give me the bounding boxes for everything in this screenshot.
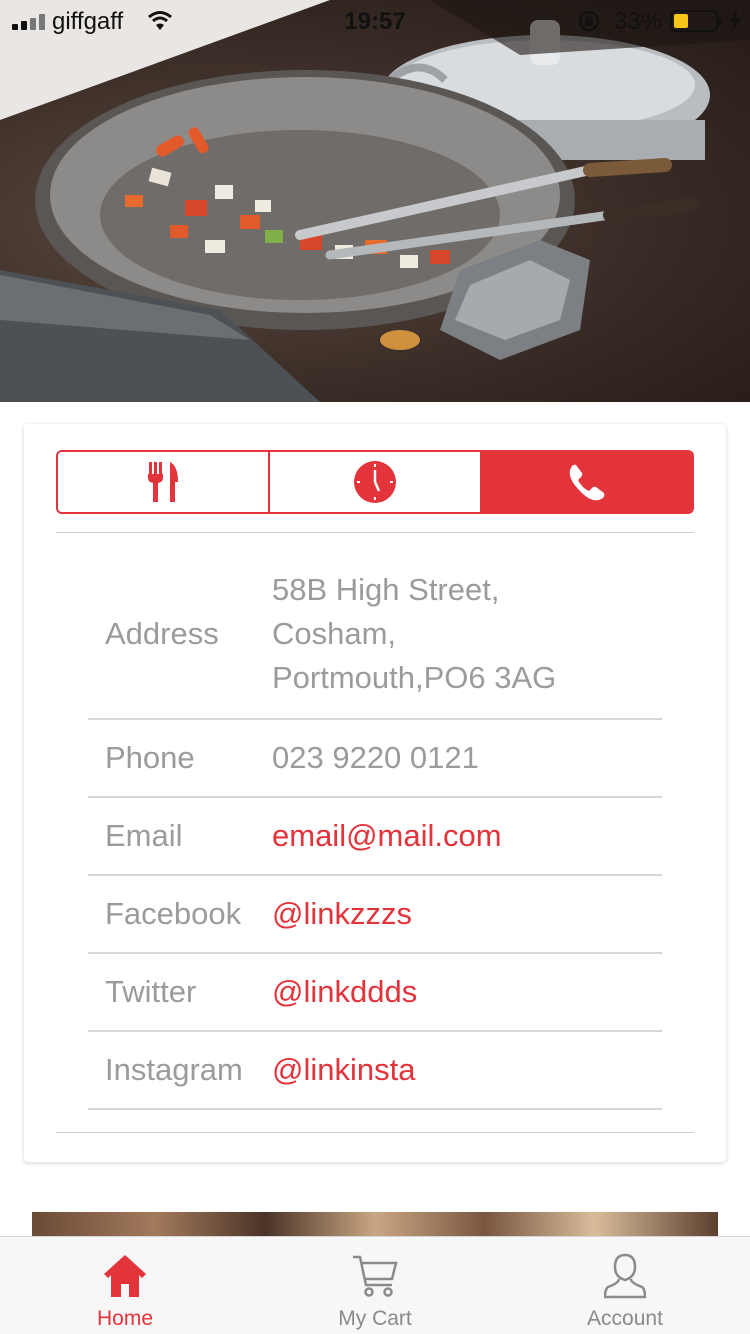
charging-bolt-icon	[729, 9, 741, 33]
address-value: 58B High Street, Cosham, Portmouth,PO6 3…	[272, 568, 662, 700]
phone-icon	[569, 464, 605, 501]
nav-my-cart[interactable]: My Cart	[250, 1237, 500, 1334]
divider	[56, 532, 694, 533]
email-label: Email	[105, 818, 183, 853]
divider	[56, 1132, 694, 1133]
instagram-link[interactable]: @linkinsta	[272, 1048, 662, 1092]
battery-percent: 33%	[614, 8, 663, 35]
battery-icon	[670, 10, 722, 32]
home-icon	[104, 1255, 146, 1297]
cart-icon	[353, 1255, 398, 1297]
rotation-lock-icon	[578, 10, 600, 32]
clock-icon	[354, 461, 396, 503]
hero-image	[0, 0, 750, 402]
twitter-label: Twitter	[105, 974, 197, 1009]
facebook-label: Facebook	[105, 896, 242, 931]
nav-home[interactable]: Home	[0, 1237, 250, 1334]
email-row: Email email@mail.com	[88, 798, 662, 876]
nav-my-cart-label: My Cart	[338, 1307, 412, 1330]
account-icon	[604, 1253, 646, 1299]
phone-row: Phone 023 9220 0121	[88, 720, 662, 798]
wok-cooking-photo	[0, 0, 750, 402]
contact-details-list: Address 58B High Street, Cosham, Portmou…	[88, 550, 662, 1110]
bottom-navigation: Home My Cart Account	[0, 1236, 750, 1334]
fork-knife-icon	[148, 462, 178, 502]
nav-home-label: Home	[96, 1307, 154, 1330]
address-line: Cosham,	[272, 616, 397, 651]
info-tabs	[56, 450, 694, 514]
twitter-row: Twitter @linkddds	[88, 954, 662, 1032]
tab-menu[interactable]	[58, 452, 268, 512]
address-label: Address	[105, 616, 219, 651]
address-line: 58B High Street,	[272, 572, 500, 607]
restaurant-info-card: Address 58B High Street, Cosham, Portmou…	[24, 424, 726, 1162]
twitter-link[interactable]: @linkddds	[272, 970, 662, 1014]
address-line: Portmouth,PO6 3AG	[272, 660, 557, 695]
phone-value[interactable]: 023 9220 0121	[272, 736, 662, 780]
address-row: Address 58B High Street, Cosham, Portmou…	[88, 550, 662, 720]
instagram-label: Instagram	[105, 1052, 243, 1087]
tab-opening-hours[interactable]	[268, 452, 480, 512]
phone-label: Phone	[105, 740, 195, 775]
instagram-row: Instagram @linkinsta	[88, 1032, 662, 1110]
tab-contact[interactable]	[480, 452, 692, 512]
nav-account-label: Account	[587, 1307, 663, 1330]
facebook-link[interactable]: @linkzzzs	[272, 892, 662, 936]
nav-account[interactable]: Account	[500, 1237, 750, 1334]
facebook-row: Facebook @linkzzzs	[88, 876, 662, 954]
status-bar: giffgaff 19:57 33%	[0, 0, 750, 40]
email-link[interactable]: email@mail.com	[272, 814, 662, 858]
